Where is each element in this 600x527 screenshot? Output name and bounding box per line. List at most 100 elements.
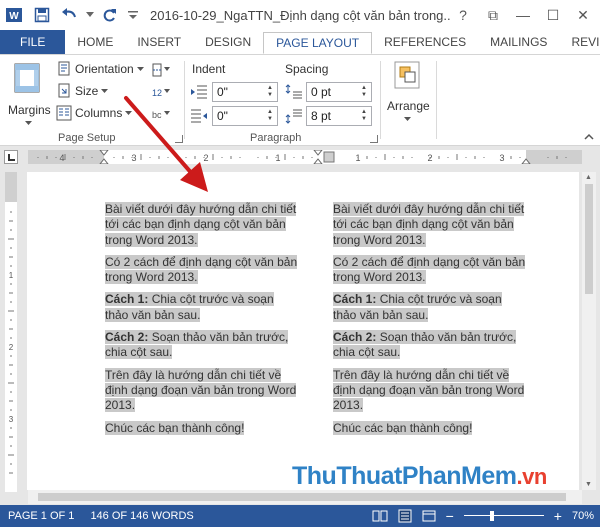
word-count[interactable]: 146 OF 146 WORDS (82, 510, 201, 522)
spacing-before-icon (285, 84, 303, 100)
paragraph: Chúc các bạn thành công! (105, 420, 299, 436)
read-mode-icon[interactable] (372, 510, 388, 522)
horizontal-ruler-row: 4 3 2 1 1 2 3 (0, 146, 600, 168)
watermark-part: Thu (292, 462, 337, 490)
indent-left-icon (190, 84, 208, 100)
tab-insert[interactable]: INSERT (125, 30, 193, 54)
ribbon-page-layout: Margins Orientation Size Columns 12 bc P… (0, 54, 600, 146)
method-label: Cách 1: (105, 292, 149, 307)
spacing-after-input[interactable]: 8 pt ▲ ▼ (306, 106, 372, 126)
undo-dropdown-icon[interactable] (84, 0, 96, 30)
spacing-before-input[interactable]: 0 pt ▲ ▼ (306, 82, 372, 102)
margins-icon (14, 63, 40, 93)
save-icon[interactable] (28, 0, 56, 30)
method-label: Cách 2: (105, 330, 149, 345)
collapse-ribbon-icon[interactable] (584, 133, 594, 140)
svg-text:1: 1 (9, 271, 14, 280)
document-page[interactable]: Bài viết dưới đây hướng dẫn chi tiết tới… (27, 172, 579, 490)
orientation-button[interactable]: Orientation (56, 61, 144, 77)
horizontal-ruler[interactable]: 4 3 2 1 1 2 3 (28, 150, 582, 164)
word-window: W 2016-10-29_NgaTTN_Định dạng cột văn bả… (0, 0, 600, 527)
paragraph-launcher-icon[interactable] (370, 135, 378, 143)
svg-text:2: 2 (427, 153, 432, 163)
word-app-icon[interactable]: W (0, 0, 28, 30)
zoom-in-button[interactable]: + (554, 508, 562, 524)
paragraph: Bài viết dưới đây hướng dẫn chi tiết tới… (105, 202, 299, 248)
ribbon-separator (184, 61, 185, 139)
paragraph-text: Chúc các bạn thành công! (333, 420, 473, 435)
horizontal-scroll-thumb[interactable] (38, 493, 566, 501)
indent-right-input[interactable]: 0" ▲ ▼ (212, 106, 278, 126)
margins-dropdown-icon (25, 121, 32, 126)
arrange-icon (394, 61, 420, 89)
paragraph-text: Có 2 cách để định dạng cột văn bản trong… (333, 254, 526, 285)
tab-mailings[interactable]: MAILINGS (478, 30, 559, 54)
indent-left-value: 0" (217, 85, 228, 99)
scroll-down-icon[interactable]: ▼ (585, 481, 592, 488)
undo-icon[interactable] (56, 0, 84, 30)
vertical-scroll-thumb[interactable] (585, 184, 593, 294)
svg-text:1: 1 (355, 153, 360, 163)
close-button[interactable]: ✕ (570, 2, 596, 28)
zoom-slider[interactable] (463, 510, 544, 522)
columns-button[interactable]: Columns (56, 105, 133, 121)
indent-left-input[interactable]: 0" ▲ ▼ (212, 82, 278, 102)
page-setup-launcher-icon[interactable] (175, 135, 183, 143)
horizontal-scrollbar[interactable] (28, 490, 582, 504)
method-label: Cách 2: (333, 330, 377, 345)
margins-label: Margins (8, 103, 51, 117)
zoom-out-button[interactable]: − (446, 508, 454, 524)
spacing-after-spinner-icon[interactable]: ▲ ▼ (361, 109, 367, 123)
document-title: 2016-10-29_NgaTTN_Định dạng cột văn bản … (150, 7, 450, 23)
minimize-button[interactable]: — (510, 2, 536, 28)
ribbon-display-options-button[interactable]: ⧉ (480, 2, 506, 28)
paragraph-text: Có 2 cách để định dạng cột văn bản trong… (105, 254, 298, 285)
tab-home[interactable]: HOME (65, 30, 125, 54)
text-column-1[interactable]: Bài viết dưới đây hướng dẫn chi tiết tới… (105, 202, 299, 443)
spacing-after-value: 8 pt (311, 109, 332, 123)
arrange-button[interactable]: Arrange (386, 59, 430, 133)
tab-selector-icon[interactable] (4, 150, 18, 164)
web-layout-icon[interactable] (422, 509, 436, 523)
margins-button[interactable]: Margins (6, 61, 51, 131)
vertical-ruler[interactable]: 1 2 3 (5, 172, 17, 492)
svg-text:bc: bc (152, 110, 162, 120)
scroll-up-icon[interactable]: ▲ (585, 174, 592, 181)
indent-right-spinner-icon[interactable]: ▲ ▼ (267, 109, 273, 123)
line-numbers-icon[interactable]: 12 (152, 85, 172, 99)
redo-icon[interactable] (96, 0, 124, 30)
zoom-slider-thumb[interactable] (489, 511, 494, 521)
zoom-level[interactable]: 70% (572, 510, 594, 522)
watermark-logo: Thu Thuat PhanMem .vn (292, 462, 547, 491)
tab-page-layout[interactable]: PAGE LAYOUT (263, 32, 373, 54)
print-layout-icon[interactable] (398, 509, 412, 523)
spacing-label: Spacing (285, 62, 329, 76)
hyphenation-icon[interactable]: bc (152, 107, 172, 121)
ribbon-separator (380, 61, 381, 139)
size-icon (56, 83, 72, 99)
customize-qat-icon[interactable] (124, 0, 142, 30)
tab-review[interactable]: REVI (559, 30, 600, 54)
tab-file[interactable]: FILE (0, 30, 66, 54)
columns-icon (56, 105, 72, 121)
status-bar: PAGE 1 OF 1 146 OF 146 WORDS − + 70% (0, 505, 600, 527)
tab-design[interactable]: DESIGN (193, 30, 263, 54)
paragraph: Bài viết dưới đây hướng dẫn chi tiết tới… (333, 202, 527, 248)
paragraph-text: Bài viết dưới đây hướng dẫn chi tiết tới… (333, 202, 525, 247)
size-button[interactable]: Size (56, 83, 109, 99)
breaks-icon[interactable] (152, 63, 172, 77)
help-button[interactable]: ? (450, 2, 476, 28)
paragraph: Có 2 cách để định dạng cột văn bản trong… (105, 254, 299, 286)
indent-left-spinner-icon[interactable]: ▲ ▼ (267, 85, 273, 99)
watermark-suffix: .vn (516, 463, 547, 489)
maximize-button[interactable]: ☐ (540, 2, 566, 28)
paragraph: Trên đây là hướng dẫn chi tiết về định d… (333, 367, 527, 414)
vertical-scrollbar[interactable]: ▲ ▼ (582, 172, 596, 490)
spacing-before-spinner-icon[interactable]: ▲ ▼ (361, 85, 367, 99)
text-column-2[interactable]: Bài viết dưới đây hướng dẫn chi tiết tới… (333, 202, 527, 443)
tab-references[interactable]: REFERENCES (372, 30, 478, 54)
title-bar: W 2016-10-29_NgaTTN_Định dạng cột văn bả… (0, 0, 600, 30)
spacing-before-value: 0 pt (311, 85, 332, 99)
page-count[interactable]: PAGE 1 OF 1 (0, 510, 82, 522)
paragraph-text: Bài viết dưới đây hướng dẫn chi tiết tới… (105, 202, 297, 247)
